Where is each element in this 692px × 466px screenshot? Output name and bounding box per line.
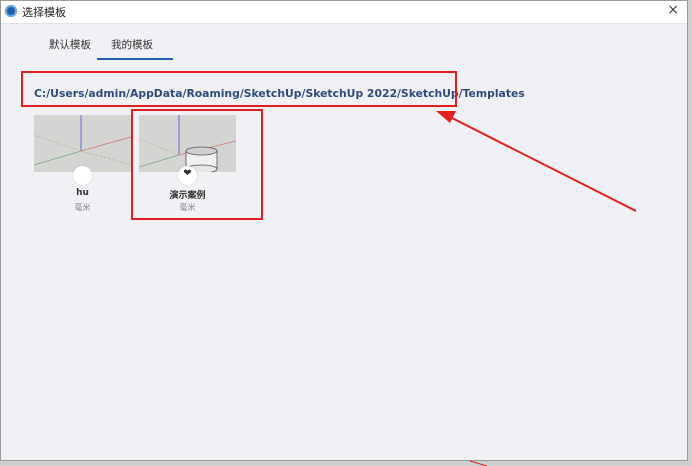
thumbnail-axes-graphic xyxy=(34,115,131,172)
tab-default-templates[interactable]: 默认模板 xyxy=(49,37,91,52)
template-dialog: 选择模板 × 默认模板 我的模板 C:/Users/admin/AppData/… xyxy=(0,0,688,461)
title-bar: 选择模板 × xyxy=(1,1,687,24)
template-badge xyxy=(73,166,92,185)
path-highlight-box xyxy=(21,71,457,107)
close-button[interactable]: × xyxy=(667,2,679,18)
template-card-hu[interactable]: hu 毫米 xyxy=(34,115,131,212)
window-title: 选择模板 xyxy=(22,6,66,19)
template-thumbnail xyxy=(34,115,131,172)
template-highlight-box xyxy=(131,109,263,220)
tab-my-templates[interactable]: 我的模板 xyxy=(111,37,153,52)
sketchup-app-icon xyxy=(5,5,17,17)
template-unit: 毫米 xyxy=(74,203,91,212)
active-tab-indicator xyxy=(97,58,173,60)
template-name: hu xyxy=(76,188,89,198)
